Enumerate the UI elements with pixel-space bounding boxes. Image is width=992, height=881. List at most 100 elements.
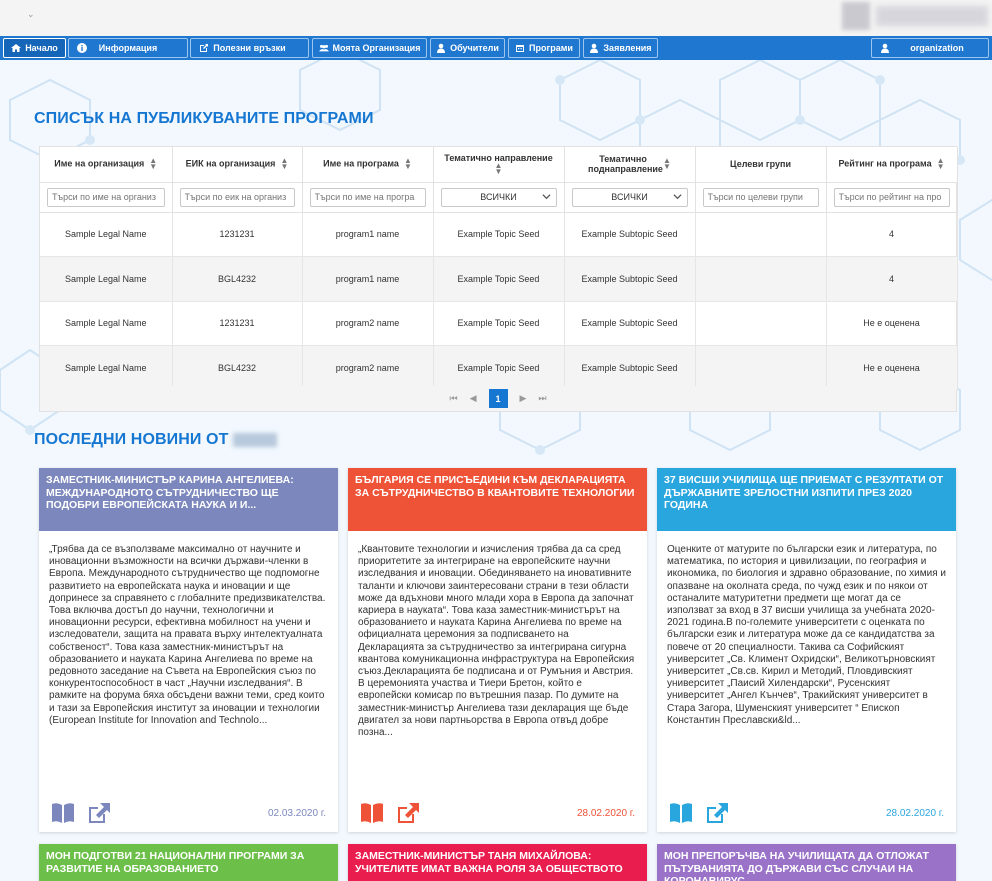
external-link-icon[interactable]	[87, 802, 111, 824]
cell-target-groups	[695, 212, 827, 257]
news-card-title[interactable]: ЗАМЕСТНИК-МИНИСТЪР КАРИНА АНГЕЛИЕВА: МЕЖ…	[39, 468, 338, 531]
filter-program-name-input[interactable]	[309, 187, 426, 207]
table-row[interactable]: Sample Legal Name BGL4232 program2 name …	[40, 345, 958, 391]
column-header-program-name[interactable]: Име на програма ▲ ▼	[302, 147, 434, 183]
nav-useful-links-label: Полезни връзки	[213, 43, 286, 53]
cell-eik: 1231231	[172, 301, 303, 346]
column-header-subtopic[interactable]: Тематично поднаправление▲ ▼	[564, 147, 696, 183]
nav-programs-label: Програми	[529, 43, 573, 53]
cell-organization-name: Sample Legal Name	[40, 301, 173, 346]
news-card-title[interactable]: МОН ПОДГОТВИ 21 НАЦИОНАЛНИ ПРОГРАМИ ЗА Р…	[39, 844, 338, 881]
column-header-rating[interactable]: Рейтинг на програма ▲ ▼	[826, 147, 958, 183]
news-card-date: 02.03.2020 г.	[267, 807, 326, 819]
news-card[interactable]: ЗАМЕСТНИК-МИНИСТЪР КАРИНА АНГЕЛИЕВА: МЕЖ…	[39, 468, 338, 832]
news-title: ПОСЛЕДНИ НОВИНИ ОТ	[34, 431, 278, 449]
nav-info[interactable]: Информация	[68, 38, 188, 58]
sort-icon[interactable]: ▲ ▼	[937, 157, 945, 171]
cell-program-name: program2 name	[302, 345, 434, 391]
column-header-topic[interactable]: Тематично направление ▲ ▼	[433, 147, 565, 183]
book-icon[interactable]	[360, 802, 384, 824]
cell-organization-name: Sample Legal Name	[40, 212, 173, 257]
filter-target-groups-input[interactable]	[702, 187, 819, 207]
user-icon	[881, 43, 889, 53]
column-header-organization-name[interactable]: Име на организация ▲ ▼	[40, 147, 173, 183]
sort-icon[interactable]: ▲ ▼	[280, 157, 288, 171]
external-link-icon[interactable]	[396, 802, 420, 824]
table-row[interactable]: Sample Legal Name 1231231 program2 name …	[40, 301, 958, 346]
sort-icon[interactable]: ▲ ▼	[149, 157, 157, 171]
avatar	[842, 2, 870, 30]
cell-program-name: program2 name	[302, 301, 434, 346]
cell-topic: Example Topic Seed	[433, 212, 565, 257]
cell-rating: Не е оценена	[826, 345, 958, 391]
table-row[interactable]: Sample Legal Name 1231231 program1 name …	[40, 212, 958, 257]
sort-icon[interactable]: ▲ ▼	[404, 157, 412, 171]
sort-icon[interactable]: ▲ ▼	[495, 162, 503, 176]
news-card[interactable]: МОН ПОДГОТВИ 21 НАЦИОНАЛНИ ПРОГРАМИ ЗА Р…	[39, 844, 338, 881]
nav-applications[interactable]: Заявления	[583, 38, 658, 58]
current-page-button[interactable]: 1	[488, 389, 508, 408]
cell-eik: BGL4232	[172, 345, 303, 391]
column-header-eik[interactable]: ЕИК на организация ▲ ▼	[172, 147, 303, 183]
book-icon[interactable]	[669, 802, 693, 824]
filter-topic-select[interactable]: ВСИЧКИ	[440, 187, 557, 207]
home-icon	[11, 44, 22, 52]
main-navbar: Начало Информация Полезни връзки Моята О…	[0, 36, 992, 60]
news-card[interactable]: ЗАМЕСТНИК-МИНИСТЪР ТАНЯ МИХАЙЛОВА: УЧИТЕ…	[348, 844, 647, 881]
news-card-body: Оценките от матурите по български език и…	[667, 544, 947, 726]
news-card-title[interactable]: 37 ВИСШИ УЧИЛИЩА ЩЕ ПРИЕМАТ С РЕЗУЛТАТИ …	[657, 468, 956, 531]
user-icon	[590, 43, 599, 53]
redacted-text	[233, 432, 278, 447]
news-card-date: 28.02.2020 г.	[885, 807, 944, 819]
account-label: organization	[910, 43, 964, 53]
cell-rating: 4	[826, 256, 958, 302]
cell-program-name: program1 name	[302, 256, 434, 302]
next-page-button[interactable]: ▶	[520, 393, 527, 404]
cell-organization-name: Sample Legal Name	[40, 256, 173, 302]
nav-programs[interactable]: Програми	[508, 38, 580, 58]
news-card-title[interactable]: ЗАМЕСТНИК-МИНИСТЪР ТАНЯ МИХАЙЛОВА: УЧИТЕ…	[348, 844, 647, 881]
external-link-icon[interactable]	[705, 802, 729, 824]
user-icon	[437, 43, 446, 53]
news-card-title[interactable]: БЪЛГАРИЯ СЕ ПРИСЪЕДИНИ КЪМ ДЕКЛАРАЦИЯТА …	[348, 468, 647, 531]
nav-trainers[interactable]: Обучители	[430, 38, 505, 58]
nav-home-label: Начало	[25, 43, 58, 53]
filter-subtopic-select[interactable]: ВСИЧКИ	[571, 187, 688, 207]
cell-rating: 4	[826, 212, 958, 257]
filter-rating-input[interactable]	[833, 187, 950, 207]
news-card-date: 28.02.2020 г.	[576, 807, 635, 819]
book-icon[interactable]	[51, 802, 75, 824]
first-page-button[interactable]: ⏮	[449, 393, 457, 404]
news-card[interactable]: БЪЛГАРИЯ СЕ ПРИСЪЕДИНИ КЪМ ДЕКЛАРАЦИЯТА …	[348, 468, 647, 832]
cell-target-groups	[695, 345, 827, 391]
prev-page-button[interactable]: ◀	[470, 393, 477, 404]
cell-eik: 1231231	[172, 212, 303, 257]
cell-topic: Example Topic Seed	[433, 256, 565, 302]
news-card-title[interactable]: МОН ПРЕПОРЪЧВА НА УЧИЛИЩАТА ДА ОТЛОЖАТ П…	[657, 844, 956, 881]
pagination: ⏮ ◀ 1 ▶ ⏭	[40, 386, 956, 411]
filter-organization-name-input[interactable]	[47, 187, 165, 207]
last-page-button[interactable]: ⏭	[538, 393, 546, 404]
programs-table: Име на организация ▲ ▼ ЕИК на организация ▲…	[39, 146, 958, 412]
chevron-down-icon	[672, 193, 682, 199]
nav-home[interactable]: Начало	[3, 38, 66, 58]
column-header-target-groups: Целеви групи	[695, 147, 827, 183]
chevron-down-icon	[541, 193, 551, 199]
cell-subtopic: Example Subtopic Seed	[564, 256, 696, 302]
calendar-icon	[516, 45, 525, 52]
nav-info-label: Информация	[98, 43, 158, 53]
sort-icon[interactable]: ▲ ▼	[663, 157, 671, 171]
cell-program-name: program1 name	[302, 212, 434, 257]
nav-my-organization[interactable]: Моята Организация	[312, 38, 427, 58]
nav-applications-label: Заявления	[603, 43, 652, 53]
table-row[interactable]: Sample Legal Name BGL4232 program1 name …	[40, 256, 958, 302]
browser-topbar: ⌄	[0, 0, 992, 36]
chevron-down-icon[interactable]: ⌄	[27, 9, 35, 20]
news-card[interactable]: 37 ВИСШИ УЧИЛИЩА ЩЕ ПРИЕМАТ С РЕЗУЛТАТИ …	[657, 468, 956, 832]
cell-subtopic: Example Subtopic Seed	[564, 301, 696, 346]
programs-title: СПИСЪК НА ПУБЛИКУВАНИТЕ ПРОГРАМИ	[34, 110, 374, 127]
filter-eik-input[interactable]	[179, 187, 295, 207]
account-menu[interactable]: organization	[871, 38, 989, 58]
news-card[interactable]: МОН ПРЕПОРЪЧВА НА УЧИЛИЩАТА ДА ОТЛОЖАТ П…	[657, 844, 956, 881]
nav-useful-links[interactable]: Полезни връзки	[190, 38, 309, 58]
